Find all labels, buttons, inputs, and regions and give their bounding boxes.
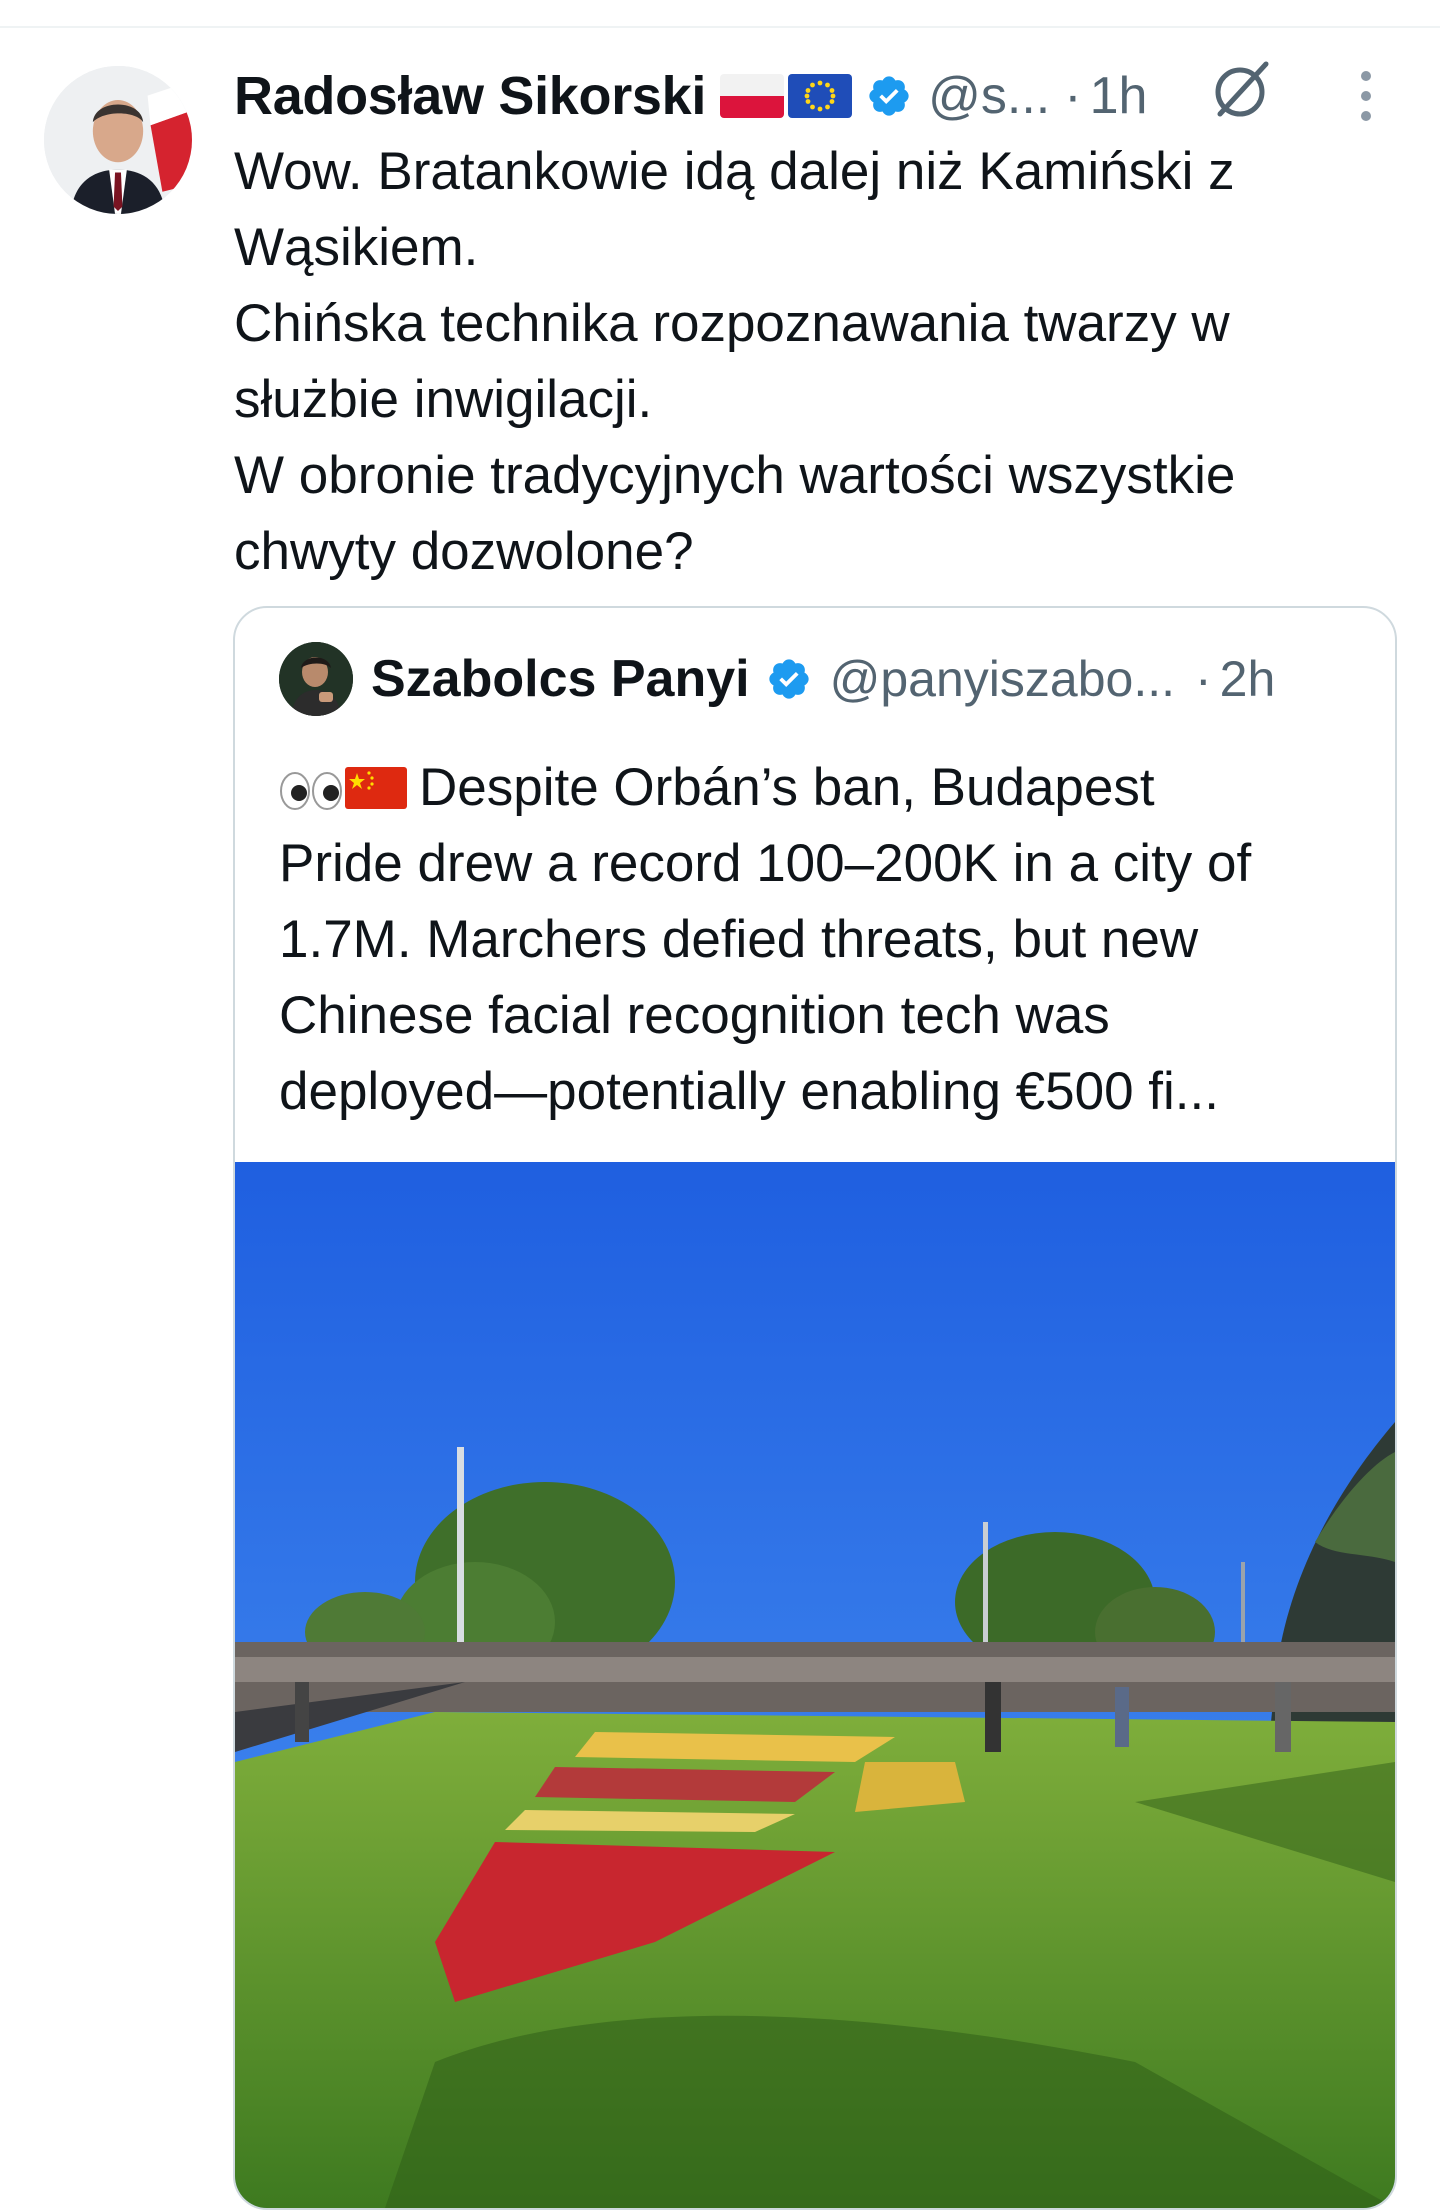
verified-badge-icon bbox=[869, 76, 909, 116]
poland-flag-icon bbox=[720, 74, 785, 118]
author-name[interactable]: Radosław Sikorski bbox=[234, 65, 706, 127]
quoted-text-line: 1.7M. Marchers defied threats, but new bbox=[279, 910, 1199, 969]
quoted-author-name[interactable]: Szabolcs Panyi bbox=[371, 649, 750, 709]
quoted-text-line: Pride drew a record 100–200K in a city o… bbox=[279, 834, 1252, 893]
post-text-line: służbie inwigilacji. bbox=[234, 370, 653, 429]
post-text-line: Wow. Bratankowie idą dalej niż Kamiński … bbox=[234, 142, 1235, 201]
author-handle[interactable]: @s... bbox=[928, 66, 1050, 126]
quoted-text-line: Chinese facial recognition tech was bbox=[279, 986, 1110, 1045]
quoted-post-time[interactable]: 2h bbox=[1220, 650, 1276, 708]
top-divider bbox=[0, 26, 1440, 28]
grok-icon[interactable] bbox=[1206, 56, 1274, 124]
author-avatar[interactable] bbox=[44, 66, 192, 214]
post-text: Wow. Bratankowie idą dalej niż Kamiński … bbox=[234, 134, 1384, 590]
quoted-post-card[interactable]: Szabolcs Panyi @panyiszabo... · 2h Despi… bbox=[233, 606, 1397, 2210]
eu-flag-icon bbox=[788, 74, 853, 118]
post-text-line: Wąsikiem. bbox=[234, 218, 479, 277]
verified-badge-icon bbox=[768, 659, 809, 699]
post-text-line: chwyty dozwolone? bbox=[234, 522, 694, 581]
quoted-post-header: Szabolcs Panyi @panyiszabo... · 2h bbox=[279, 642, 1276, 716]
post-header: Radosław Sikorski @s... · 1h bbox=[234, 56, 1147, 136]
quoted-post-text: Despite Orbán’s ban, Budapest Pride drew… bbox=[279, 750, 1359, 1130]
quoted-text-first: Despite Orbán’s ban, Budapest bbox=[419, 758, 1155, 817]
quoted-text-line: deployed—potentially enabling €500 fi... bbox=[279, 1062, 1219, 1121]
separator-dot: · bbox=[1064, 67, 1082, 125]
quoted-author-handle[interactable]: @panyiszabo... bbox=[830, 650, 1175, 708]
quoted-text-line: Despite Orbán’s ban, Budapest bbox=[279, 750, 1359, 826]
quoted-author-avatar[interactable] bbox=[279, 642, 353, 716]
eyes-emoji-icon bbox=[280, 772, 342, 810]
more-options-icon[interactable] bbox=[1346, 66, 1386, 126]
post-time[interactable]: 1h bbox=[1090, 66, 1148, 126]
china-flag-icon bbox=[345, 767, 407, 809]
post-text-line: Chińska technika rozpoznawania twarzy w bbox=[234, 294, 1230, 353]
separator-dot: · bbox=[1195, 651, 1212, 707]
quoted-media-image[interactable] bbox=[235, 1162, 1395, 2208]
post-text-line: W obronie tradycyjnych wartości wszystki… bbox=[234, 446, 1236, 505]
